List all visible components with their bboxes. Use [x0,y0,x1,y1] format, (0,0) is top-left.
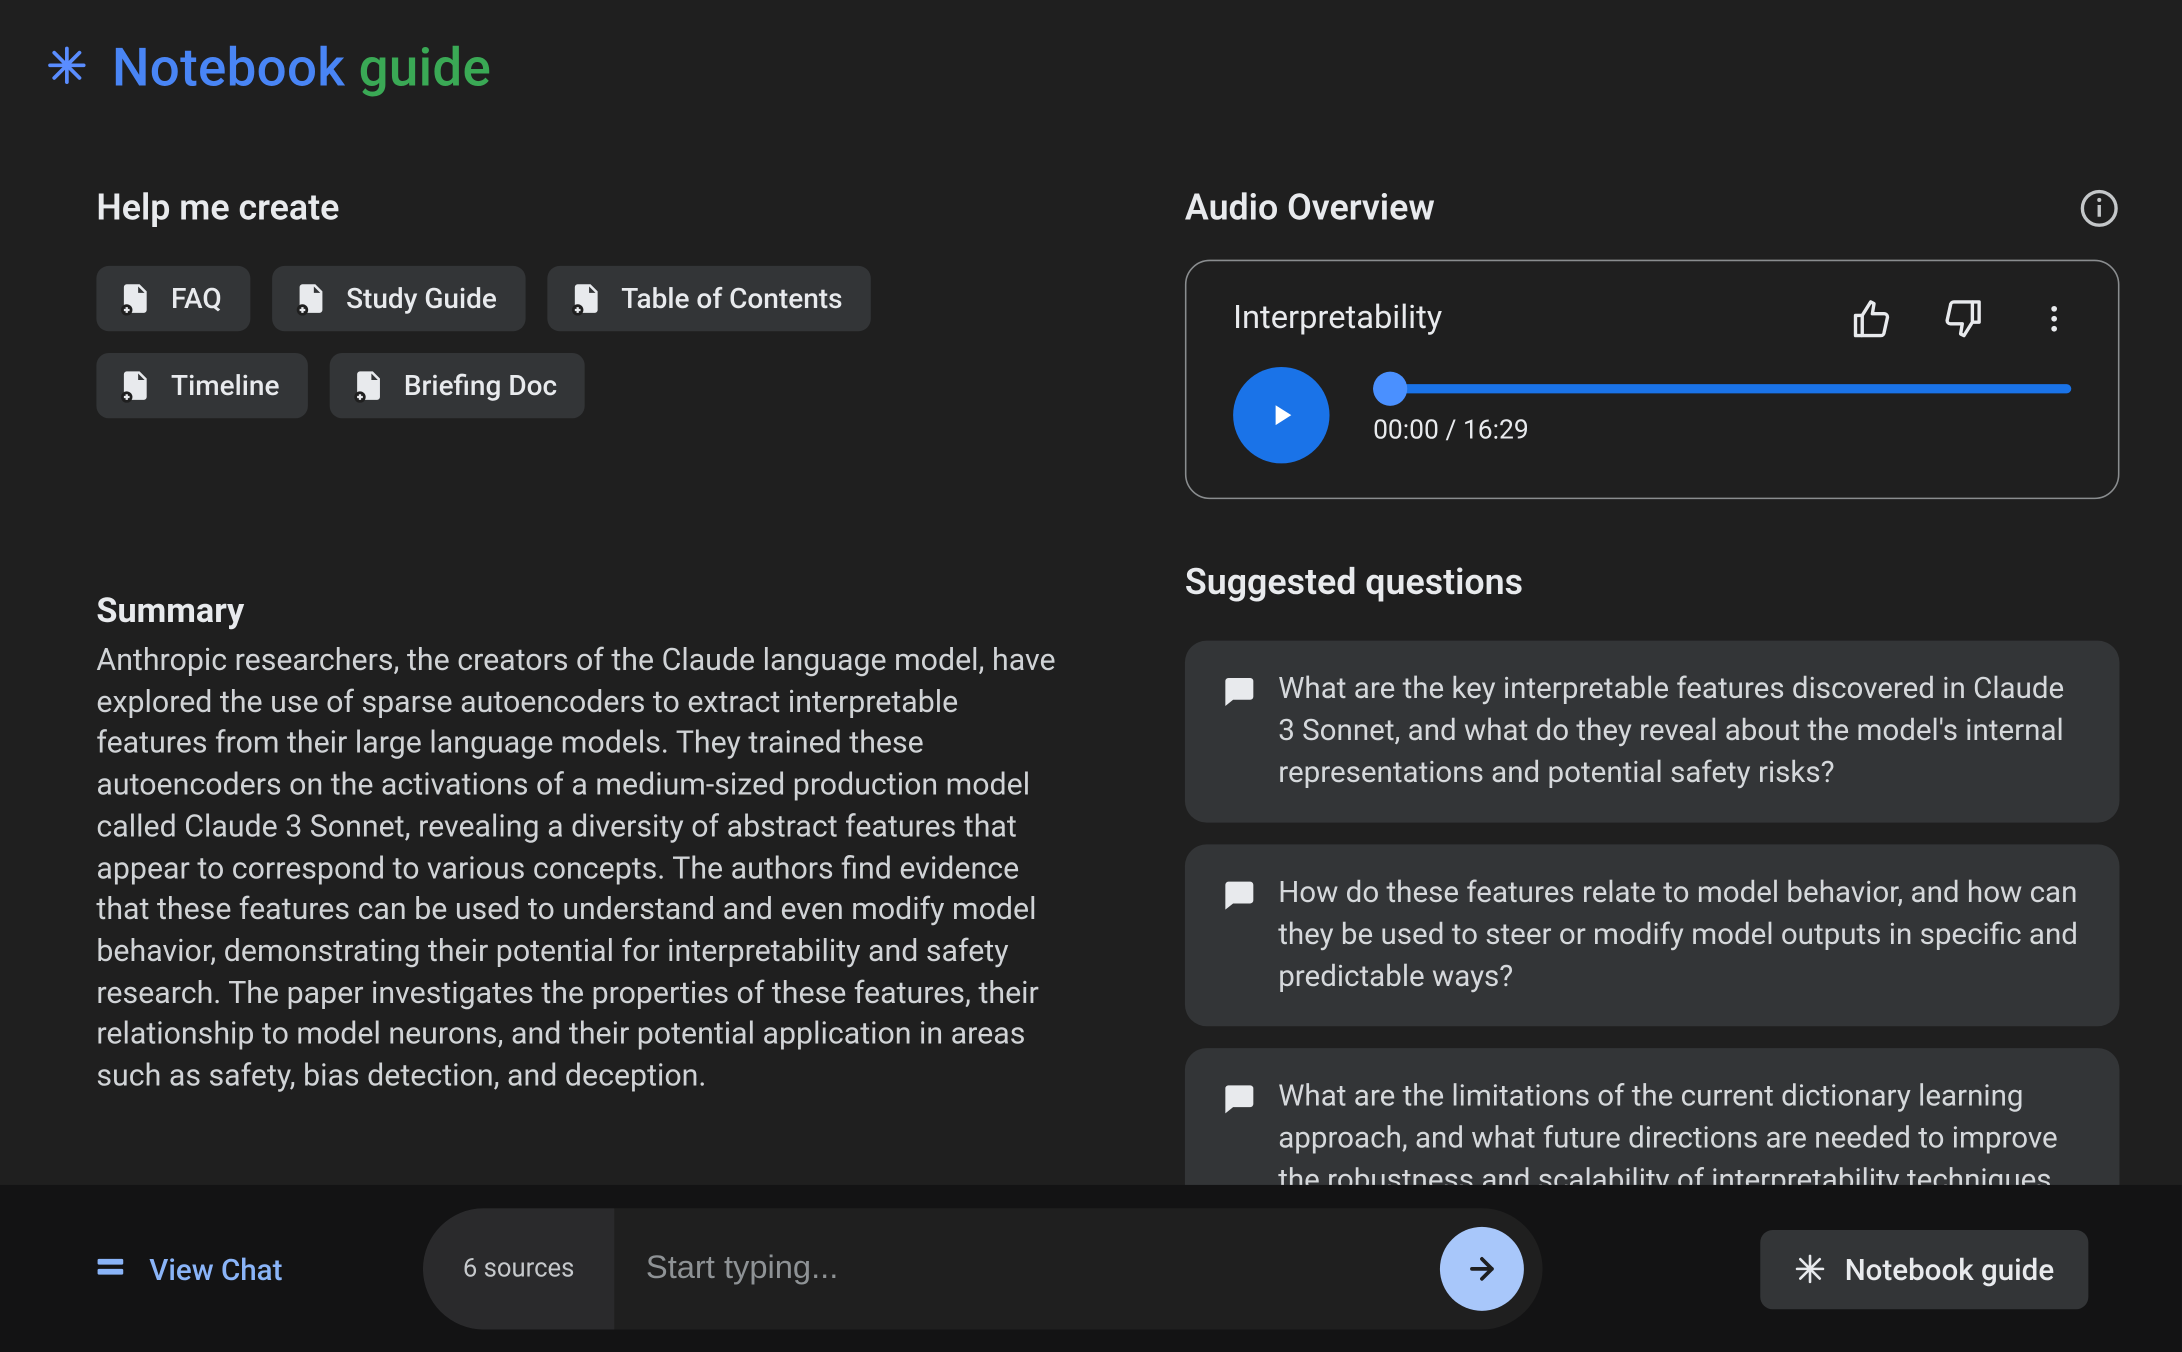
help-me-create-title: Help me create [96,187,1091,229]
chat-list-icon [1219,875,1256,912]
asterisk-icon [1795,1253,1826,1284]
chip-faq[interactable]: FAQ [96,266,249,331]
doc-plus-icon [293,281,327,315]
audio-overview-title: Audio Overview [1185,187,1435,229]
chip-label: Table of Contents [621,282,842,315]
chip-timeline[interactable]: Timeline [96,353,307,418]
suggested-question[interactable]: How do these features relate to model be… [1185,844,2120,1026]
chip-briefing-doc[interactable]: Briefing Doc [329,353,585,418]
suggested-question-text: What are the key interpretable features … [1278,669,2085,795]
chip-label: Study Guide [346,282,497,315]
notebook-guide-button[interactable]: Notebook guide [1761,1229,2089,1308]
chat-icon [93,1252,127,1286]
bottom-bar: View Chat 6 sources Notebook guide [0,1185,2182,1352]
chip-study-guide[interactable]: Study Guide [271,266,524,331]
sources-count[interactable]: 6 sources [422,1208,614,1329]
suggested-questions-title: Suggested questions [1185,561,2120,603]
audio-player: Interpretability [1185,260,2120,499]
info-icon[interactable] [2079,187,2119,227]
notebook-guide-label: Notebook guide [1845,1251,2054,1287]
chip-label: FAQ [171,282,222,315]
thumbs-up-icon[interactable] [1850,299,1890,339]
view-chat-button[interactable]: View Chat [93,1251,282,1287]
suggested-question[interactable]: What are the key interpretable features … [1185,641,2120,823]
chat-input[interactable] [615,1250,1440,1287]
arrow-right-icon [1464,1252,1498,1286]
asterisk-icon [47,45,87,92]
doc-plus-icon [118,369,152,403]
play-button[interactable] [1233,367,1329,463]
thumbs-down-icon[interactable] [1944,299,1984,339]
chip-toc[interactable]: Table of Contents [547,266,871,331]
more-vert-icon[interactable] [2037,302,2071,336]
doc-plus-icon [568,281,602,315]
doc-plus-icon [118,281,152,315]
chat-list-icon [1219,1079,1256,1116]
summary-title: Summary [96,592,1091,631]
app-header: Notebook guide [0,0,2182,100]
audio-track-title: Interpretability [1233,300,1442,337]
time-display: 00:00 / 16:29 [1373,415,2071,446]
app-title: Notebook guide [112,37,491,99]
create-chips: FAQ Study Guide Table of Contents Timeli… [96,266,1091,418]
suggested-question-text: How do these features relate to model be… [1278,872,2085,998]
seek-thumb[interactable] [1373,372,1407,406]
chat-composer: 6 sources [422,1208,1542,1329]
view-chat-label: View Chat [149,1251,282,1287]
chip-label: Briefing Doc [404,369,557,402]
seek-bar[interactable] [1373,384,2071,393]
send-button[interactable] [1439,1227,1523,1311]
chat-list-icon [1219,672,1256,709]
play-icon [1264,398,1298,432]
summary-body: Anthropic researchers, the creators of t… [96,641,1076,1098]
doc-plus-icon [351,369,385,403]
chip-label: Timeline [171,369,279,402]
